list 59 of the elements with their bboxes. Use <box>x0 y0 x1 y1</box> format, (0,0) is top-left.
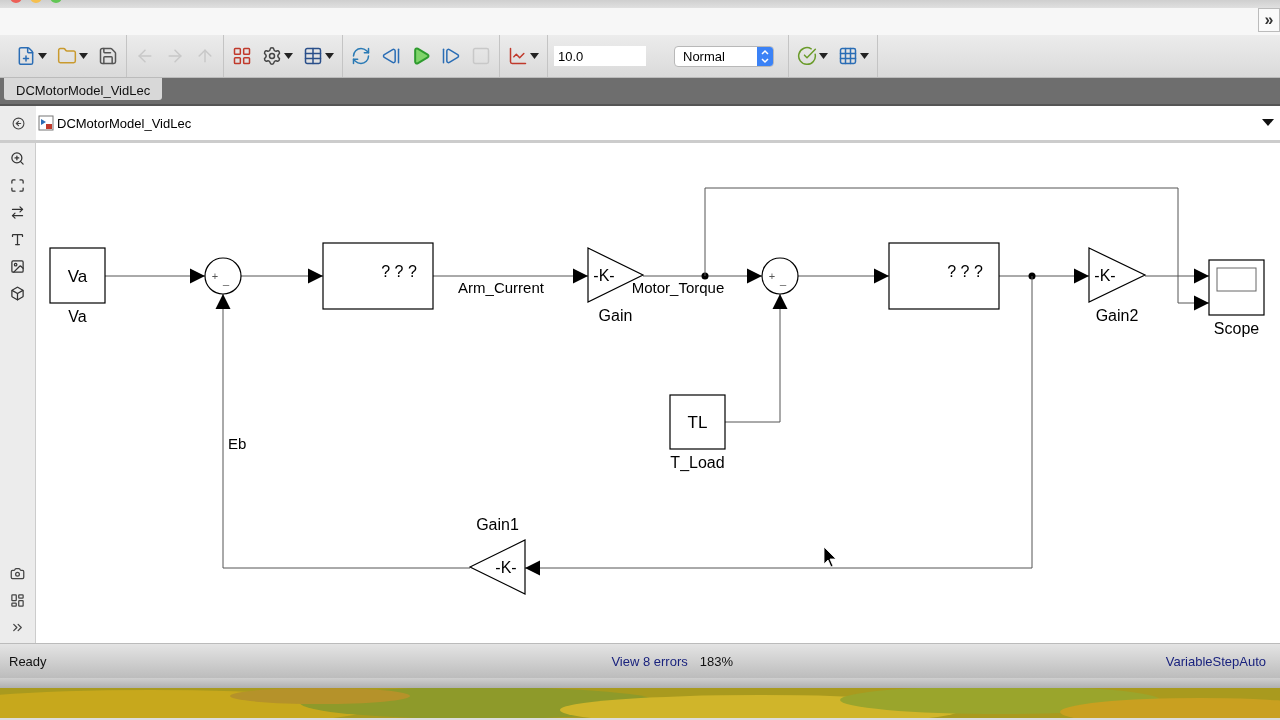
scope-block[interactable] <box>1208 259 1265 316</box>
sum-block[interactable]: + _ <box>761 257 799 295</box>
model-tab[interactable]: DCMotorModel_VidLec <box>4 78 163 100</box>
caret-icon <box>860 53 869 59</box>
caret-icon <box>284 53 293 59</box>
overflow-button[interactable]: » <box>1258 8 1280 32</box>
block-name: Gain1 <box>476 516 519 533</box>
solver-link[interactable]: VariableStepAuto <box>1165 653 1266 669</box>
update-icon <box>351 46 371 66</box>
caret-icon <box>38 53 47 59</box>
caret-icon <box>79 53 88 59</box>
model-explorer-icon <box>303 46 323 66</box>
constant-block[interactable]: Va <box>49 247 106 304</box>
step-forward-icon <box>441 46 461 66</box>
zoom-icon[interactable] <box>10 151 25 166</box>
gain-block[interactable]: -K- <box>468 539 526 595</box>
stepper-icon <box>757 46 773 66</box>
block-name: Gain <box>598 307 633 324</box>
zoom-level: 183% <box>699 653 733 669</box>
fit-view-icon[interactable] <box>10 178 25 193</box>
sum-block[interactable]: + _ <box>204 257 242 295</box>
dropdown-icon[interactable] <box>1262 119 1274 127</box>
camera-icon[interactable] <box>10 566 25 581</box>
block-name: Va <box>68 308 87 325</box>
stop-icon <box>471 46 491 66</box>
library-browser-icon <box>232 46 252 66</box>
signal-label: Arm_Current <box>458 279 544 296</box>
subsystem-block[interactable]: ? ? ? <box>888 242 1000 310</box>
block-name: Gain2 <box>1095 307 1139 324</box>
errors-link[interactable]: View 8 errors <box>611 653 688 669</box>
caret-icon <box>530 53 539 59</box>
breadcrumb-link[interactable]: DCMotorModel_VidLec <box>57 115 192 131</box>
image-icon[interactable] <box>10 259 25 274</box>
status-text: Ready <box>9 653 47 669</box>
settings-icon <box>262 46 282 66</box>
block-name: Scope <box>1213 320 1260 337</box>
layout-icon[interactable] <box>10 593 25 608</box>
cursor-icon <box>823 546 837 568</box>
signal-viewer-icon <box>508 46 528 66</box>
model-icon <box>38 115 54 131</box>
simulation-mode-select[interactable]: Normal <box>674 45 774 67</box>
annotation-icon[interactable] <box>10 232 25 247</box>
arrows-icon[interactable] <box>10 205 25 220</box>
step-back-icon <box>381 46 401 66</box>
grid-icon <box>838 46 858 66</box>
check-icon <box>797 46 817 66</box>
constant-block[interactable]: TL <box>669 394 726 450</box>
block-name: T_Load <box>670 454 725 471</box>
signal-label: Eb <box>228 435 247 452</box>
back-icon[interactable] <box>11 116 25 130</box>
caret-icon <box>819 53 828 59</box>
save-icon <box>98 46 118 66</box>
caret-icon <box>325 53 334 59</box>
subsystem-block[interactable]: ? ? ? <box>322 242 434 310</box>
open-icon <box>57 46 77 66</box>
new-model-icon <box>16 46 36 66</box>
gain-block[interactable]: -K- <box>1088 247 1147 303</box>
stop-time-field[interactable]: 10.0 <box>554 46 646 66</box>
run-icon <box>411 46 431 66</box>
